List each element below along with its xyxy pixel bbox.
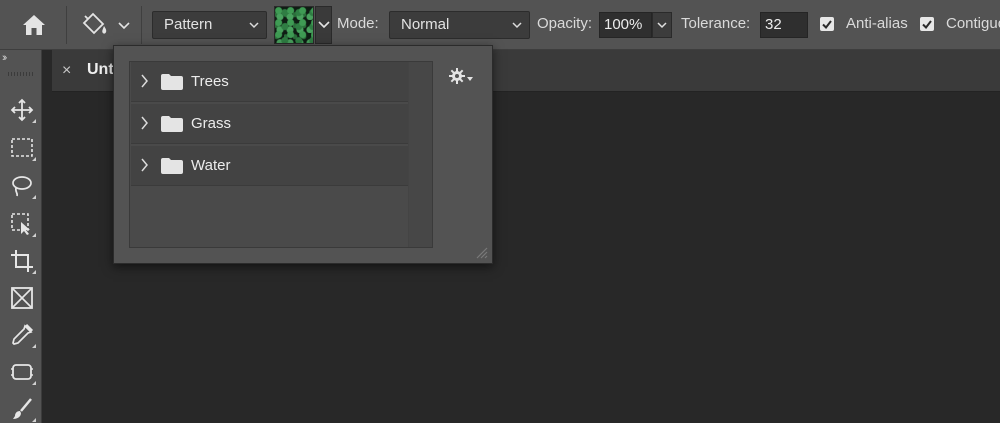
healing-brush-tool[interactable] [6, 357, 38, 387]
chevron-down-icon [249, 22, 259, 29]
rectangular-marquee-icon [11, 138, 33, 157]
panel-grip[interactable] [8, 72, 34, 76]
anti-alias-label: Anti-alias [846, 15, 908, 32]
object-selection-tool[interactable] [6, 209, 38, 239]
folder-icon [161, 74, 183, 90]
contiguous-checkbox[interactable] [920, 17, 934, 31]
chevron-right-icon[interactable] [141, 116, 149, 130]
crop-tool[interactable] [6, 246, 38, 276]
brush-tool[interactable] [6, 394, 38, 423]
options-bar: Pattern Mode: Normal Opacity: 100% Toler… [0, 0, 1000, 50]
fill-source-dropdown[interactable]: Pattern [152, 11, 267, 39]
pattern-folder-row[interactable]: Trees [131, 62, 408, 102]
eyedropper-icon [12, 323, 34, 345]
tool-group-indicator [32, 381, 36, 385]
opacity-slider-toggle[interactable] [652, 12, 672, 38]
tolerance-label: Tolerance: [681, 15, 751, 32]
list-scrollbar[interactable] [408, 62, 432, 247]
opacity-input[interactable]: 100% [599, 12, 652, 38]
pattern-folder-list: Trees Grass Water [129, 61, 433, 248]
brush-icon [13, 398, 32, 419]
tolerance-input[interactable]: 32 [760, 12, 808, 38]
tool-group-indicator [32, 233, 36, 237]
lasso-icon [12, 176, 32, 197]
pattern-folder-name: Water [191, 157, 231, 174]
tool-group-indicator [32, 195, 36, 199]
chevron-down-icon [657, 21, 667, 28]
lasso-tool[interactable] [6, 171, 38, 201]
move-tool[interactable] [6, 95, 38, 125]
pattern-folder-name: Trees [191, 73, 229, 90]
eyedropper-tool[interactable] [6, 320, 38, 350]
resize-grip-icon[interactable] [474, 245, 488, 259]
chevron-right-icon[interactable] [141, 74, 149, 88]
tool-group-indicator [32, 270, 36, 274]
opacity-label: Opacity: [537, 15, 593, 32]
tools-panel: ›› [0, 50, 42, 423]
chevron-right-icon[interactable] [141, 158, 149, 172]
close-document-button[interactable]: × [62, 62, 71, 80]
tool-group-indicator [32, 119, 36, 123]
pattern-picker-toggle[interactable] [315, 6, 332, 44]
checkmark-icon [922, 19, 932, 29]
anti-alias-checkbox[interactable] [820, 17, 834, 31]
mode-label: Mode: [337, 15, 379, 32]
pattern-settings-button[interactable] [449, 68, 473, 84]
folder-icon [161, 158, 183, 174]
home-button[interactable] [14, 9, 54, 41]
frame-tool[interactable] [6, 283, 38, 313]
checkmark-icon [822, 19, 832, 29]
fill-source-value: Pattern [164, 16, 213, 33]
mode-value: Normal [401, 16, 450, 33]
pattern-folder-row[interactable]: Grass [131, 104, 408, 144]
tool-group-indicator [32, 157, 36, 161]
pattern-folder-row[interactable]: Water [131, 146, 408, 186]
crop-icon [11, 250, 33, 272]
move-icon [10, 98, 34, 122]
mode-dropdown[interactable]: Normal [389, 11, 530, 39]
marquee-tool[interactable] [6, 133, 38, 163]
pattern-swatch[interactable] [274, 6, 314, 44]
collapse-panel-button[interactable]: ›› [2, 52, 8, 64]
object-selection-icon [11, 213, 30, 235]
gear-icon [449, 68, 465, 84]
pattern-folder-name: Grass [191, 115, 232, 132]
tool-group-indicator [32, 418, 36, 422]
tool-preset-picker[interactable] [76, 7, 136, 43]
chevron-down-icon [317, 21, 330, 29]
folder-icon [161, 116, 183, 132]
bandage-icon [11, 364, 33, 380]
paint-bucket-icon [82, 12, 107, 35]
options-separator [141, 6, 142, 44]
frame-icon [11, 287, 33, 309]
chevron-down-icon [512, 22, 522, 29]
pattern-picker-popup: Trees Grass Water [113, 45, 493, 264]
tool-group-indicator [32, 344, 36, 348]
home-icon [23, 15, 45, 35]
chevron-down-icon [118, 22, 130, 30]
options-separator [66, 6, 67, 44]
contiguous-label: Contiguous [946, 15, 1000, 32]
caret-down-icon [467, 77, 473, 81]
